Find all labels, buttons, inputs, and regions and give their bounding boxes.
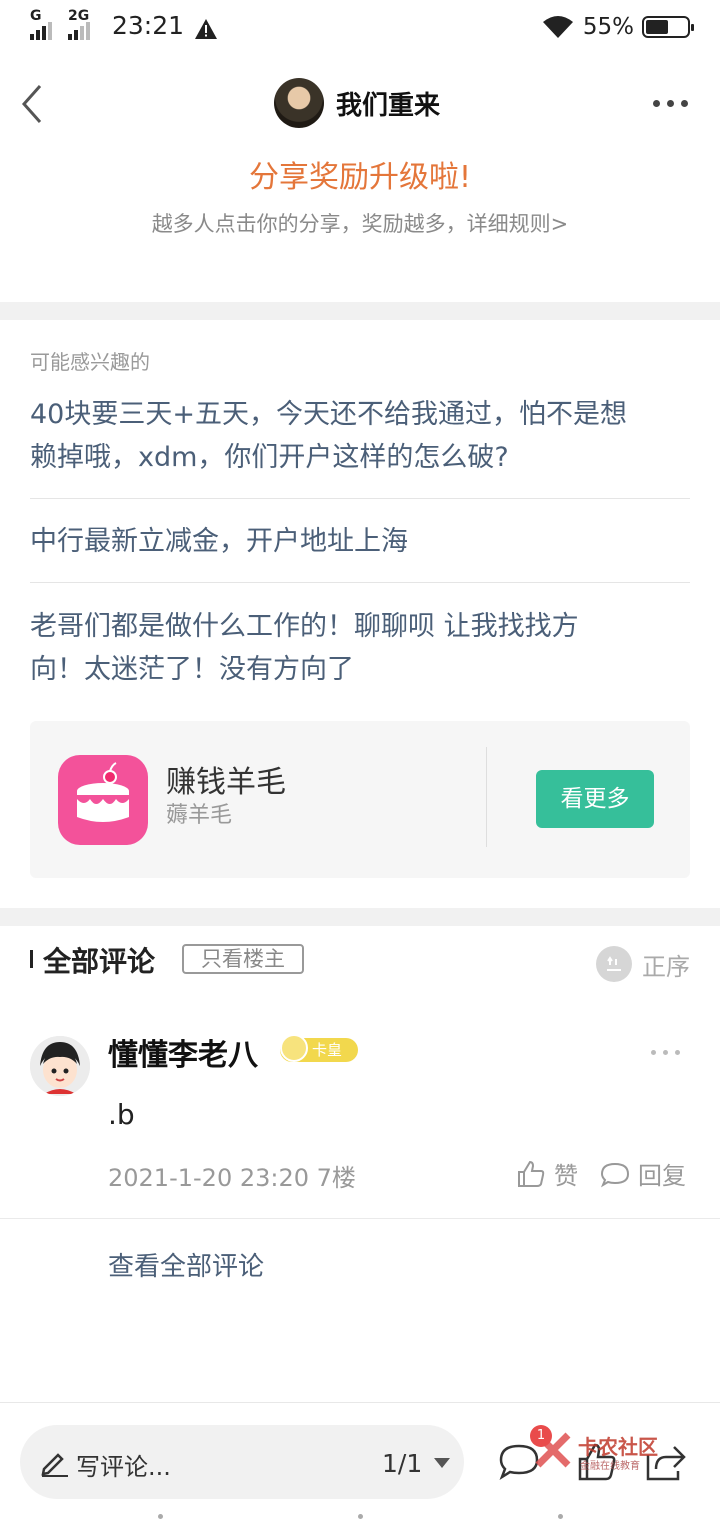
cake-icon[interactable] <box>58 755 148 845</box>
wifi-icon <box>542 16 573 38</box>
pencil-icon <box>41 1453 68 1477</box>
signal-icon-sim2: 2G <box>68 8 98 40</box>
member-badge-label: 卡皇 <box>312 1041 343 1059</box>
reply-button[interactable]: 回复 <box>600 1156 686 1191</box>
more-options-icon[interactable] <box>653 100 688 107</box>
page-title: 我们重来 <box>336 90 441 121</box>
interest-label: 可能感兴趣的 <box>30 350 150 374</box>
list-divider <box>30 582 690 583</box>
comments-heading: 全部评论 <box>43 945 156 978</box>
recommended-post-2[interactable]: 中行最新立减金，开户地址上海 <box>30 520 692 563</box>
page-header: 我们重来 <box>274 78 440 128</box>
status-left: G 2G 23:21 <box>30 8 218 40</box>
recommended-post-3-line2: 向！太迷茫了！没有方向了 <box>30 654 354 685</box>
recommended-post-1-line2: 赖掉哦，xdm，你们开户这样的怎么破? <box>30 442 509 473</box>
write-comment-placeholder: 写评论... <box>76 1453 171 1481</box>
comment-text: .b <box>108 1098 135 1131</box>
recommended-post-1-line1: 40块要三天+五天，今天还不给我通过，怕不是想 <box>30 399 627 430</box>
comment-more-icon[interactable] <box>651 1050 680 1055</box>
status-bar: G 2G 23:21 55% <box>0 0 720 58</box>
comment-time-floor: 2021-1-20 23:20 7楼 <box>108 1164 356 1192</box>
bottom-bar: 写评论... 1/1 卡农社区 金融在线教育 1 <box>0 1402 720 1520</box>
share-reward-rules-link[interactable]: 越多人点击你的分享，奖励越多，详细规则> <box>0 208 720 238</box>
chevron-down-icon[interactable] <box>434 1458 450 1468</box>
like-button[interactable]: 赞 <box>516 1156 578 1191</box>
sort-toggle[interactable]: 正序 <box>596 946 690 982</box>
sort-label: 正序 <box>642 952 690 981</box>
heading-marker <box>30 950 33 968</box>
recommended-post-2-line1: 中行最新立减金，开户地址上海 <box>30 526 408 557</box>
recommended-post-3-line1: 老哥们都是做什么工作的！聊聊呗 让我找找方 <box>30 611 579 642</box>
signal-icon-sim1: G <box>30 8 60 40</box>
list-divider <box>30 498 690 499</box>
comment-divider <box>0 1218 720 1219</box>
recommended-post-1[interactable]: 40块要三天+五天，今天还不给我通过，怕不是想 赖掉哦，xdm，你们开户这样的怎… <box>30 393 692 479</box>
comment-author[interactable]: 懂懂李老八 <box>108 1030 258 1074</box>
write-comment-input[interactable]: 写评论... 1/1 <box>20 1425 464 1499</box>
status-right: 55% <box>541 14 694 40</box>
page-indicator[interactable]: 1/1 <box>382 1449 422 1478</box>
nav-dot <box>158 1514 163 1519</box>
card-divider <box>486 747 487 847</box>
app-name: 赚钱羊毛 <box>166 765 286 800</box>
back-arrow-icon[interactable] <box>18 84 48 124</box>
only-owner-button[interactable]: 只看楼主 <box>182 944 304 974</box>
reply-label: 回复 <box>638 1162 686 1190</box>
battery-fill <box>646 20 668 34</box>
app-subtitle: 薅羊毛 <box>166 803 233 828</box>
avatar[interactable] <box>30 1036 90 1096</box>
warning-icon <box>195 19 218 39</box>
sort-icon <box>596 946 632 982</box>
thumbs-up-icon <box>518 1160 545 1187</box>
see-more-button[interactable]: 看更多 <box>536 770 654 828</box>
status-time: 23:21 <box>112 11 185 40</box>
battery-icon <box>642 16 694 38</box>
recommended-post-3[interactable]: 老哥们都是做什么工作的！聊聊呗 让我找找方 向！太迷茫了！没有方向了 <box>30 605 692 691</box>
comment-bubble-icon <box>600 1162 630 1187</box>
nav-dot <box>558 1514 563 1519</box>
notification-badge: 1 <box>530 1425 552 1447</box>
section-divider <box>0 302 720 320</box>
watermark-subtitle: 金融在线教育 <box>580 1461 640 1472</box>
crown-icon <box>280 1034 308 1062</box>
section-divider <box>0 908 720 926</box>
like-label: 赞 <box>554 1162 578 1190</box>
nav-dot <box>358 1514 363 1519</box>
app-card[interactable]: 赚钱羊毛 薅羊毛 看更多 <box>30 721 690 878</box>
view-all-comments-link[interactable]: 查看全部评论 <box>108 1246 264 1283</box>
battery-percent: 55% <box>582 14 634 40</box>
group-avatar[interactable] <box>274 78 324 128</box>
member-badge: 卡皇 <box>280 1034 358 1062</box>
watermark-title: 卡农社区 <box>578 1435 658 1459</box>
share-reward-title[interactable]: 分享奖励升级啦! <box>0 152 720 196</box>
